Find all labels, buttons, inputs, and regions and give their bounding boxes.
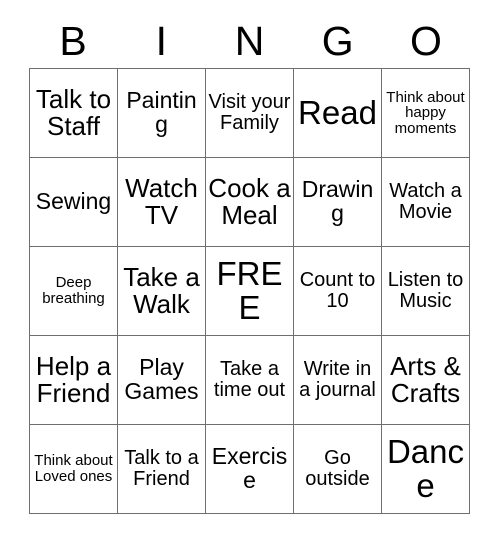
bingo-cell-g2[interactable]: Drawing [294,158,382,247]
bingo-cell-i5[interactable]: Talk to a Friend [118,425,206,514]
bingo-cell-label: Take a Walk [123,261,200,319]
bingo-cell-label: Deep breathing [42,274,105,307]
bingo-cell-label: Read [298,93,377,131]
bingo-cell-g1[interactable]: Read [294,69,382,158]
bingo-cell-i2[interactable]: Watch TV [118,158,206,247]
bingo-cell-i3[interactable]: Take a Walk [118,247,206,336]
bingo-cell-b2[interactable]: Sewing [30,158,118,247]
bingo-cell-label: Painting [126,87,197,137]
bingo-cell-label: Go outside [305,447,370,490]
bingo-header-letter-i: I [155,17,167,64]
bingo-card: B I N G O Talk to Staff Painting Visit y… [0,0,500,544]
bingo-cell-n1[interactable]: Visit your Family [206,69,294,158]
bingo-cell-label: Arts & Crafts [390,350,461,408]
bingo-cell-i4[interactable]: Play Games [118,336,206,425]
bingo-cell-o3[interactable]: Listen to Music [382,247,470,336]
bingo-header-letter-g: G [321,17,354,64]
bingo-cell-b4[interactable]: Help a Friend [30,336,118,425]
bingo-cell-i1[interactable]: Painting [118,69,206,158]
bingo-cell-g5[interactable]: Go outside [294,425,382,514]
bingo-cell-label: Drawing [301,176,374,226]
bingo-cell-n2[interactable]: Cook a Meal [206,158,294,247]
bingo-free-label: FREE [216,254,283,326]
bingo-cell-label: Play Games [124,354,199,404]
bingo-cell-n5[interactable]: Exercise [206,425,294,514]
bingo-cell-label: Think about happy moments [386,88,465,137]
bingo-header-letter-b: B [59,17,87,64]
bingo-cell-o2[interactable]: Watch a Movie [382,158,470,247]
bingo-cell-label: Talk to Staff [35,83,112,141]
bingo-cell-label: Listen to Music [387,269,464,312]
bingo-cell-label: Think about Loved ones [34,452,113,485]
bingo-cell-label: Take a time out [213,358,286,401]
bingo-cell-n4[interactable]: Take a time out [206,336,294,425]
bingo-cell-label: Talk to a Friend [124,447,199,490]
bingo-cell-b3[interactable]: Deep breathing [30,247,118,336]
bingo-cell-b5[interactable]: Think about Loved ones [30,425,118,514]
bingo-cell-label: Cook a Meal [208,172,291,230]
bingo-cell-label: Watch a Movie [389,180,462,223]
bingo-cell-label: Dance [386,432,465,504]
bingo-cell-o5[interactable]: Dance [382,425,470,514]
bingo-header: B I N G O [29,14,470,68]
bingo-cell-b1[interactable]: Talk to Staff [30,69,118,158]
bingo-cell-label: Write in a journal [299,358,376,401]
bingo-cell-free-space[interactable]: FREE [206,247,294,336]
bingo-cell-label: Visit your Family [208,91,291,134]
bingo-cell-g3[interactable]: Count to 10 [294,247,382,336]
bingo-cell-label: Sewing [35,188,112,215]
bingo-cell-label: Exercise [211,443,288,493]
bingo-header-letter-o: O [409,17,442,64]
bingo-cell-o1[interactable]: Think about happy moments [382,69,470,158]
bingo-cell-o4[interactable]: Arts & Crafts [382,336,470,425]
bingo-cell-label: Help a Friend [35,350,112,408]
bingo-header-letter-n: N [234,17,265,64]
bingo-cell-label: Count to 10 [299,269,376,312]
bingo-cell-label: Watch TV [125,172,198,230]
bingo-cell-g4[interactable]: Write in a journal [294,336,382,425]
bingo-grid: Talk to Staff Painting Visit your Family… [29,68,470,514]
